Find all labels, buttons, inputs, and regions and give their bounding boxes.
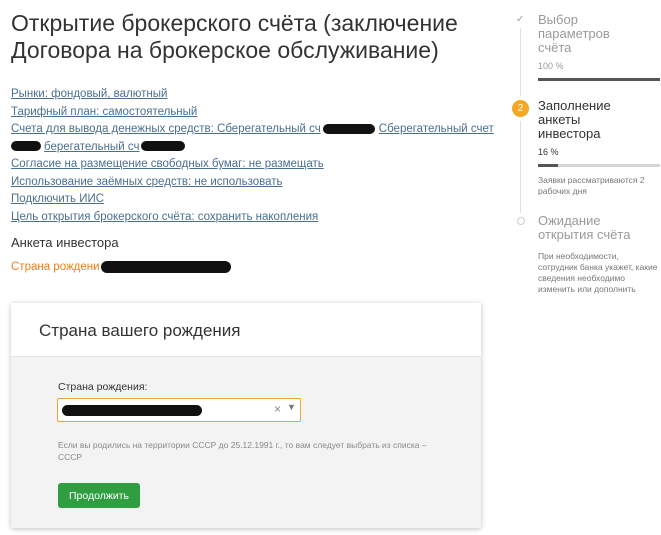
step-1-progress-bar bbox=[538, 78, 660, 81]
link-account-goal[interactable]: Цель открытия брокерского счёта: сохрани… bbox=[11, 209, 491, 227]
link-markets[interactable]: Рынки: фондовый, валютный bbox=[11, 86, 491, 104]
step-2-progress-bar bbox=[538, 164, 660, 167]
redacted-text bbox=[141, 141, 186, 152]
step-2-number: 2 bbox=[512, 100, 529, 117]
step-3-note: При необходимости, сотрудник банка укаже… bbox=[538, 251, 658, 294]
check-icon: ✓ bbox=[516, 14, 525, 25]
link-tariff-plan[interactable]: Тарифный план: самостоятельный bbox=[11, 104, 491, 122]
birth-country-card: Страна вашего рождения Страна рождения: … bbox=[11, 303, 481, 528]
ussr-hint: Если вы родились на территории СССР до 2… bbox=[58, 440, 427, 462]
birth-country-label: Страна рождени bbox=[11, 261, 100, 274]
investor-section-title: Анкета инвестора bbox=[11, 235, 119, 250]
chevron-down-icon[interactable]: ▼ bbox=[287, 402, 296, 412]
birth-country-row: Страна рождени bbox=[11, 261, 231, 273]
link-withdraw-accounts-continued[interactable]: берегательный сч bbox=[11, 139, 491, 157]
step-2-progress-fill bbox=[538, 164, 558, 167]
step-connector bbox=[520, 121, 521, 213]
card-title: Страна вашего рождения bbox=[39, 321, 241, 340]
step-connector bbox=[520, 28, 521, 96]
link-borrowed-funds[interactable]: Использование заёмных средств: не исполь… bbox=[11, 174, 491, 192]
step-2-note: Заявки рассматриваются 2 рабочих дня bbox=[538, 175, 645, 196]
link-connect-iis[interactable]: Подключить ИИС bbox=[11, 191, 491, 209]
selected-country-value bbox=[62, 405, 202, 416]
redacted-text bbox=[11, 141, 41, 152]
card-header: Страна вашего рождения bbox=[11, 303, 481, 357]
link-withdraw-accounts[interactable]: Счета для вывода денежных средств: Сбере… bbox=[11, 121, 494, 139]
continue-button[interactable]: Продолжить bbox=[58, 483, 140, 508]
step-1-title: Выбор параметров счёта bbox=[538, 12, 610, 55]
page-title: Открытие брокерского счёта (заключение Д… bbox=[11, 10, 458, 63]
step-3-dot bbox=[517, 217, 525, 225]
redacted-text bbox=[322, 123, 375, 134]
birth-country-select[interactable]: × ▼ bbox=[57, 398, 301, 422]
step-1-percent: 100 % bbox=[538, 61, 564, 71]
link-securities-consent[interactable]: Согласие на размещение свободных бумаг: … bbox=[11, 156, 491, 174]
birth-country-field-label: Страна рождения: bbox=[58, 381, 148, 393]
step-3-title: Ожидание открытия счёта bbox=[538, 213, 631, 242]
card-body: Страна рождения: × ▼ Если вы родились на… bbox=[11, 357, 481, 528]
step-1-progress-fill bbox=[538, 78, 660, 81]
summary-links: Рынки: фондовый, валютный Тарифный план:… bbox=[11, 86, 494, 227]
redacted-text bbox=[100, 261, 231, 273]
step-2-percent: 16 % bbox=[538, 147, 559, 157]
clear-icon[interactable]: × bbox=[274, 402, 281, 416]
progress-stepper: ✓ Выбор параметров счёта 100 % 2 Заполне… bbox=[512, 0, 661, 535]
step-2-title: Заполнение анкеты инвестора bbox=[538, 98, 611, 141]
